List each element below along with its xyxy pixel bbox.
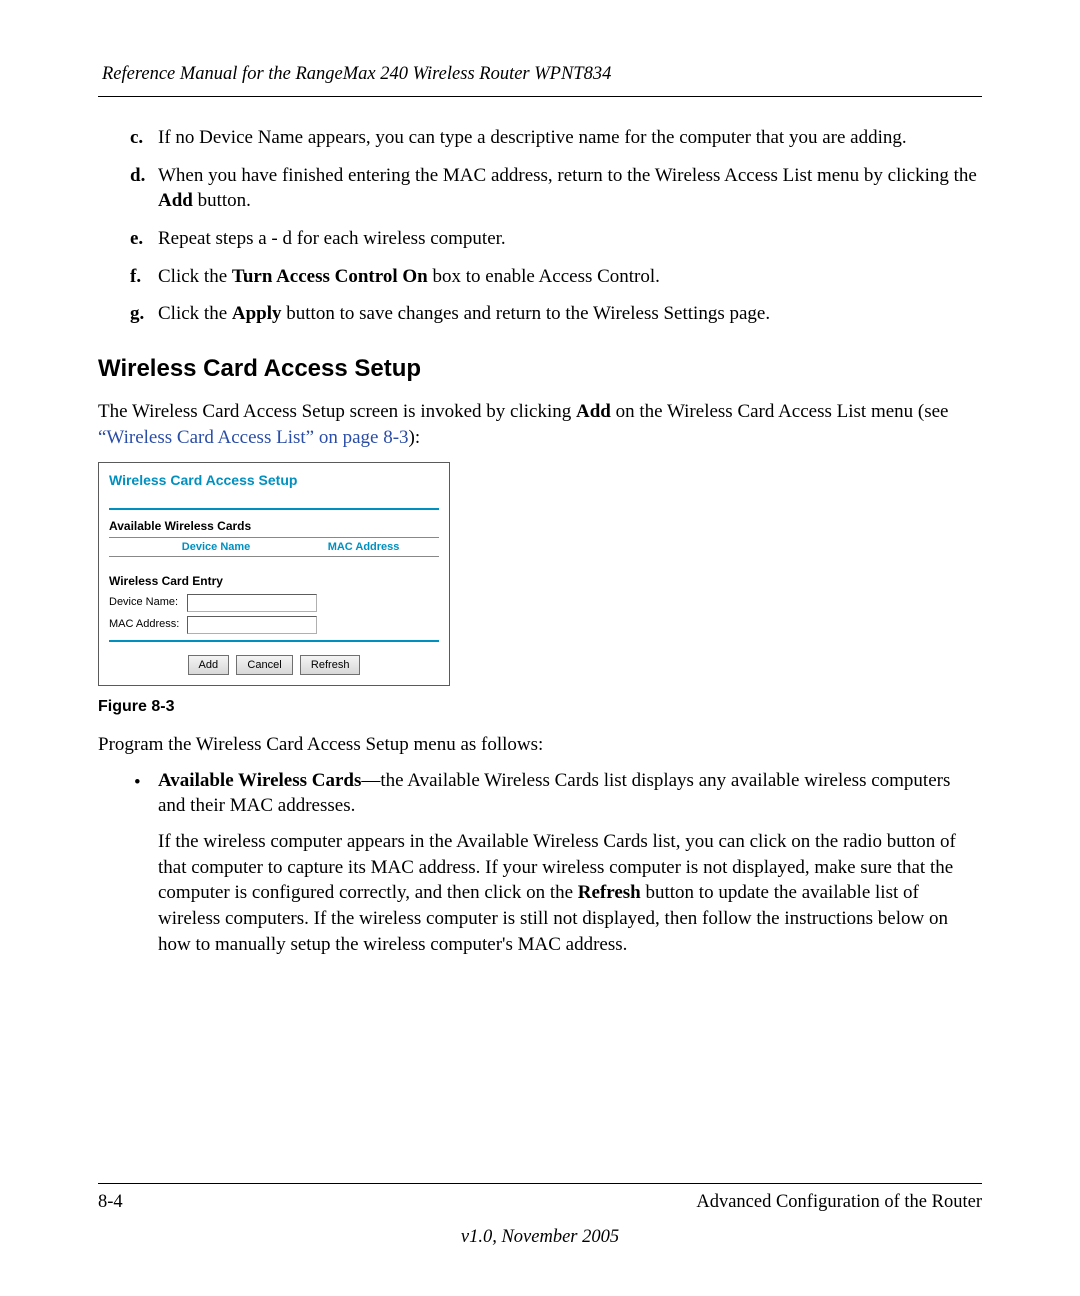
footer-row: 8-4 Advanced Configuration of the Router (98, 1190, 982, 1215)
device-name-row: Device Name: (109, 594, 439, 612)
col-mac-address: MAC Address (288, 537, 439, 557)
bold-refresh: Refresh (578, 882, 641, 903)
instruction-list: c. If no Device Name appears, you can ty… (98, 125, 982, 327)
bold-turn-access: Turn Access Control On (232, 266, 428, 287)
mac-address-label: MAC Address: (109, 617, 187, 632)
figure-8-3: Wireless Card Access Setup Available Wir… (98, 462, 982, 718)
bullet-subpara: If the wireless computer appears in the … (158, 829, 982, 957)
dialog-title: Wireless Card Access Setup (109, 471, 439, 490)
step-text: button to save changes and return to the… (282, 303, 771, 324)
page-number: 8-4 (98, 1190, 123, 1215)
step-g: g. Click the Apply button to save change… (130, 301, 982, 327)
device-name-input[interactable] (187, 594, 317, 612)
header-rule (98, 96, 982, 97)
wireless-setup-dialog: Wireless Card Access Setup Available Wir… (98, 462, 450, 686)
add-button[interactable]: Add (188, 655, 230, 676)
col-radio (109, 537, 144, 557)
bold-add: Add (576, 401, 611, 422)
footer-rule (98, 1183, 982, 1184)
bold-apply: Apply (232, 303, 282, 324)
divider (109, 640, 439, 642)
step-c: c. If no Device Name appears, you can ty… (130, 125, 982, 151)
step-text: Click the (158, 303, 232, 324)
intro-text: on the Wireless Card Access List menu (s… (611, 401, 949, 422)
step-text: If no Device Name appears, you can type … (158, 127, 907, 148)
bold-add: Add (158, 190, 193, 211)
available-cards-label: Available Wireless Cards (109, 518, 439, 534)
bullet-available-cards: • Available Wireless Cards—the Available… (130, 768, 982, 957)
footer-version: v1.0, November 2005 (98, 1225, 982, 1250)
available-cards-table: Device Name MAC Address (109, 537, 439, 558)
cross-reference-link[interactable]: “Wireless Card Access List” on page 8-3 (98, 427, 409, 448)
divider (109, 508, 439, 510)
step-marker: d. (130, 163, 145, 189)
program-bullets: • Available Wireless Cards—the Available… (98, 768, 982, 957)
step-marker: c. (130, 125, 143, 151)
device-name-label: Device Name: (109, 595, 187, 610)
bullet-bold: Available Wireless Cards (158, 770, 361, 791)
chapter-title: Advanced Configuration of the Router (696, 1190, 982, 1215)
step-marker: g. (130, 301, 144, 327)
cancel-button[interactable]: Cancel (236, 655, 292, 676)
step-text: Repeat steps a - d for each wireless com… (158, 228, 506, 249)
intro-text: ): (409, 427, 421, 448)
mac-address-input[interactable] (187, 616, 317, 634)
step-text: Click the (158, 266, 232, 287)
section-intro: The Wireless Card Access Setup screen is… (98, 399, 982, 450)
bullet-icon: • (134, 770, 141, 796)
step-marker: f. (130, 264, 141, 290)
page-header: Reference Manual for the RangeMax 240 Wi… (102, 62, 982, 87)
step-e: e. Repeat steps a - d for each wireless … (130, 226, 982, 252)
step-d: d. When you have finished entering the M… (130, 163, 982, 214)
figure-caption: Figure 8-3 (98, 696, 982, 718)
mac-address-row: MAC Address: (109, 616, 439, 634)
step-text: When you have finished entering the MAC … (158, 165, 977, 186)
section-heading: Wireless Card Access Setup (98, 353, 982, 385)
refresh-button[interactable]: Refresh (300, 655, 361, 676)
step-text: button. (193, 190, 251, 211)
program-intro: Program the Wireless Card Access Setup m… (98, 732, 982, 758)
step-f: f. Click the Turn Access Control On box … (130, 264, 982, 290)
step-marker: e. (130, 226, 143, 252)
step-text: box to enable Access Control. (428, 266, 660, 287)
col-device-name: Device Name (144, 537, 288, 557)
button-row: Add Cancel Refresh (109, 650, 439, 676)
intro-text: The Wireless Card Access Setup screen is… (98, 401, 576, 422)
page-footer: 8-4 Advanced Configuration of the Router… (98, 1183, 982, 1250)
wireless-entry-label: Wireless Card Entry (109, 573, 439, 589)
